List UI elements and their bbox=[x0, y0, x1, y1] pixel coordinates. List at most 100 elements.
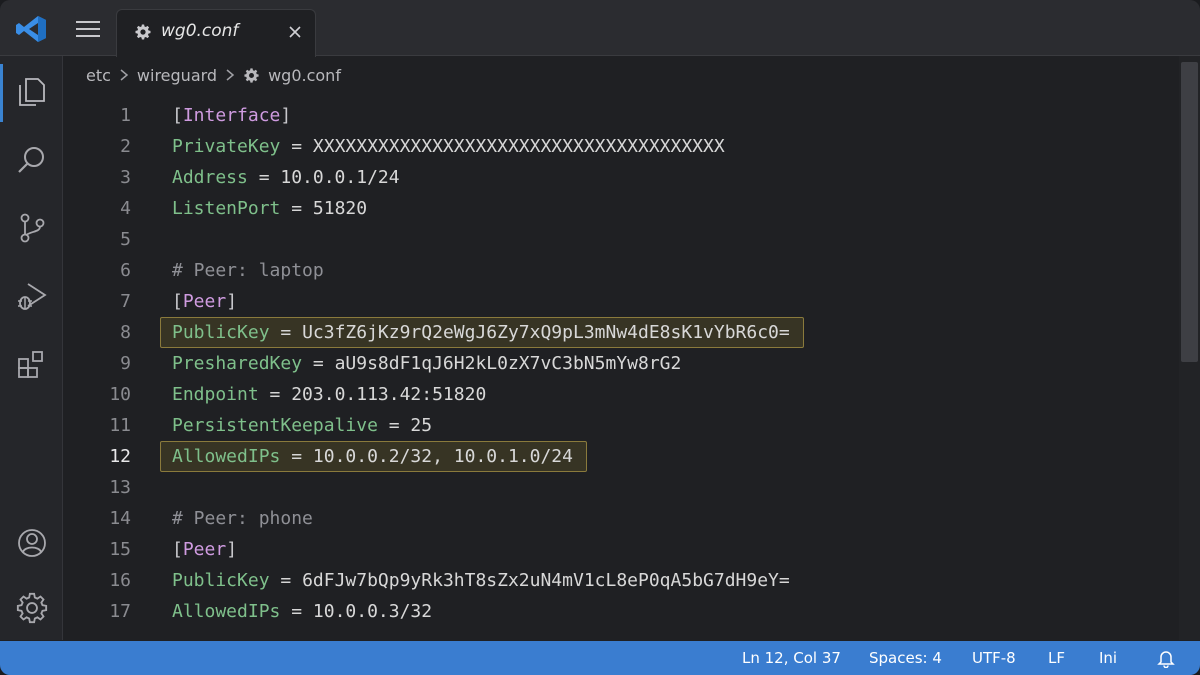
line-code: ListenPort = 51820 bbox=[172, 193, 367, 224]
line-code: PublicKey = 6dFJw7bQp9yRk3hT8sZx2uN4mV1c… bbox=[172, 565, 790, 596]
code-token: ] bbox=[226, 539, 238, 560]
status-indentation[interactable]: Spaces: 4 bbox=[869, 649, 942, 667]
account-icon[interactable] bbox=[15, 526, 49, 560]
line-number: 13 bbox=[109, 477, 131, 498]
code-line[interactable]: 16 PublicKey = 6dFJw7bQp9yRk3hT8sZx2uN4mV… bbox=[63, 565, 1178, 596]
line-number: 1 bbox=[120, 105, 131, 126]
breadcrumb-item-etc[interactable]: etc bbox=[86, 66, 111, 85]
code-token: PublicKey bbox=[172, 322, 270, 343]
run-debug-icon[interactable] bbox=[15, 279, 49, 313]
line-number: 2 bbox=[120, 136, 131, 157]
code-token: = bbox=[302, 353, 335, 374]
status-language-mode[interactable]: Ini bbox=[1099, 649, 1117, 667]
line-code: Endpoint = 203.0.113.42:51820 bbox=[172, 379, 486, 410]
code-line[interactable]: 8 PublicKey = Uc3fZ6jKz9rQ2eWgJ6Zy7xQ9pL3… bbox=[63, 317, 1178, 348]
status-eol[interactable]: LF bbox=[1048, 649, 1065, 667]
settings-file-icon bbox=[135, 24, 151, 40]
code-line[interactable]: 15 [Peer] bbox=[63, 534, 1178, 565]
line-number: 15 bbox=[109, 539, 131, 560]
code-line[interactable]: 2 PrivateKey = XXXXXXXXXXXXXXXXXXXXXXXXXX… bbox=[63, 131, 1178, 162]
line-number: 9 bbox=[120, 353, 131, 374]
code-line[interactable]: 11 PersistentKeepalive = 25 bbox=[63, 410, 1178, 441]
code-line[interactable]: 4 ListenPort = 51820 bbox=[63, 193, 1178, 224]
code-line[interactable]: 17 AllowedIPs = 10.0.0.3/32 bbox=[63, 596, 1178, 627]
line-code: Address = 10.0.0.1/24 bbox=[172, 162, 400, 193]
line-number: 17 bbox=[109, 601, 131, 622]
line-number: 3 bbox=[120, 167, 131, 188]
status-bar: Ln 12, Col 37 Spaces: 4 UTF-8 LF Ini bbox=[0, 641, 1200, 675]
code-line[interactable]: 13 bbox=[63, 472, 1178, 503]
line-code: [Peer] bbox=[172, 534, 237, 565]
code-line[interactable]: 1 [Interface] bbox=[63, 100, 1178, 131]
code-line[interactable]: 10 Endpoint = 203.0.113.42:51820 bbox=[63, 379, 1178, 410]
code-line[interactable]: 14 # Peer: phone bbox=[63, 503, 1178, 534]
code-line[interactable]: 12 AllowedIPs = 10.0.0.2/32, 10.0.1.0/24 bbox=[63, 441, 1178, 472]
code-token: ] bbox=[226, 291, 238, 312]
code-token: Interface bbox=[182, 105, 281, 126]
code-line[interactable]: 5 bbox=[63, 224, 1178, 255]
chevron-right-icon bbox=[120, 69, 129, 81]
code-token: PublicKey bbox=[172, 570, 270, 591]
explorer-icon[interactable] bbox=[15, 75, 49, 109]
line-number: 8 bbox=[120, 322, 131, 343]
vertical-scrollbar-thumb[interactable] bbox=[1181, 62, 1198, 362]
line-number: 10 bbox=[109, 384, 131, 405]
code-token: = bbox=[269, 322, 303, 343]
editor-window: wg0.conf etc wireguard wg0.conf 1 [Inter… bbox=[0, 0, 1200, 675]
tab-wg0-conf[interactable]: wg0.conf bbox=[116, 9, 316, 57]
status-encoding[interactable]: UTF-8 bbox=[972, 649, 1016, 667]
line-number: 16 bbox=[109, 570, 131, 591]
line-code: AllowedIPs = 10.0.0.3/32 bbox=[172, 596, 432, 627]
code-token: PersistentKeepalive bbox=[172, 415, 378, 436]
breadcrumb: etc wireguard wg0.conf bbox=[86, 64, 341, 86]
tab-label: wg0.conf bbox=[161, 21, 239, 41]
line-code: [Peer] bbox=[172, 286, 237, 317]
code-token: AllowedIPs bbox=[172, 601, 281, 622]
bell-icon[interactable] bbox=[1156, 648, 1176, 668]
hamburger-menu-icon[interactable] bbox=[74, 18, 102, 40]
code-line[interactable]: 3 Address = 10.0.0.1/24 bbox=[63, 162, 1178, 193]
code-token: XXXXXXXXXXXXXXXXXXXXXXXXXXXXXXXXXXXXXX bbox=[312, 136, 725, 157]
line-code: # Peer: phone bbox=[172, 503, 313, 534]
line-number: 6 bbox=[120, 260, 131, 281]
code-token: [ bbox=[172, 291, 183, 312]
code-token: = bbox=[247, 167, 281, 188]
activity-bar bbox=[0, 56, 63, 640]
code-token: = bbox=[258, 384, 292, 405]
line-code: [Interface] bbox=[172, 100, 291, 131]
code-token: 10.0.0.2/32, 10.0.1.0/24 bbox=[312, 446, 573, 467]
source-control-icon[interactable] bbox=[15, 211, 49, 245]
code-line[interactable]: 7 [Peer] bbox=[63, 286, 1178, 317]
code-token: = bbox=[280, 198, 313, 219]
line-number: 4 bbox=[120, 198, 131, 219]
code-editor[interactable]: 1 [Interface] 2 PrivateKey = XXXXXXXXXXXXXX… bbox=[63, 100, 1178, 640]
code-token: PrivateKey bbox=[172, 136, 281, 157]
code-token: 25 bbox=[410, 415, 433, 436]
code-token: 6dFJw7bQp9yRk3hT8sZx2uN4mV1cL8eP0qA5bG7d… bbox=[302, 570, 790, 591]
code-token: Peer bbox=[182, 291, 227, 312]
title-bar: wg0.conf bbox=[0, 0, 1200, 57]
breadcrumb-item-wireguard[interactable]: wireguard bbox=[137, 66, 217, 85]
line-number: 14 bbox=[109, 508, 131, 529]
status-cursor-position[interactable]: Ln 12, Col 37 bbox=[742, 649, 841, 667]
extensions-icon[interactable] bbox=[15, 347, 49, 381]
vscode-logo-icon[interactable] bbox=[14, 14, 48, 44]
settings-file-icon bbox=[244, 67, 259, 83]
code-token: Peer bbox=[182, 539, 227, 560]
code-token: AllowedIPs bbox=[172, 446, 281, 467]
search-icon[interactable] bbox=[15, 143, 49, 177]
code-token: # Peer: laptop bbox=[172, 260, 324, 281]
line-code: PublicKey = Uc3fZ6jKz9rQ2eWgJ6Zy7xQ9pL3m… bbox=[172, 317, 790, 348]
code-line[interactable]: 6 # Peer: laptop bbox=[63, 255, 1178, 286]
close-icon[interactable] bbox=[287, 24, 303, 40]
breadcrumb-item-file[interactable]: wg0.conf bbox=[268, 66, 341, 85]
code-line[interactable]: 9 PresharedKey = aU9s8dF1qJ6H2kL0zX7vC3bN… bbox=[63, 348, 1178, 379]
code-token: ] bbox=[280, 105, 292, 126]
line-number: 12 bbox=[109, 446, 131, 467]
line-code: PrivateKey = XXXXXXXXXXXXXXXXXXXXXXXXXXX… bbox=[172, 131, 725, 162]
settings-gear-icon[interactable] bbox=[15, 591, 49, 625]
line-code: AllowedIPs = 10.0.0.2/32, 10.0.1.0/24 bbox=[172, 441, 573, 472]
line-number: 5 bbox=[120, 229, 131, 250]
code-token: Uc3fZ6jKz9rQ2eWgJ6Zy7xQ9pL3mNw4dE8sK1vYb… bbox=[302, 322, 790, 343]
code-token: = bbox=[377, 415, 411, 436]
